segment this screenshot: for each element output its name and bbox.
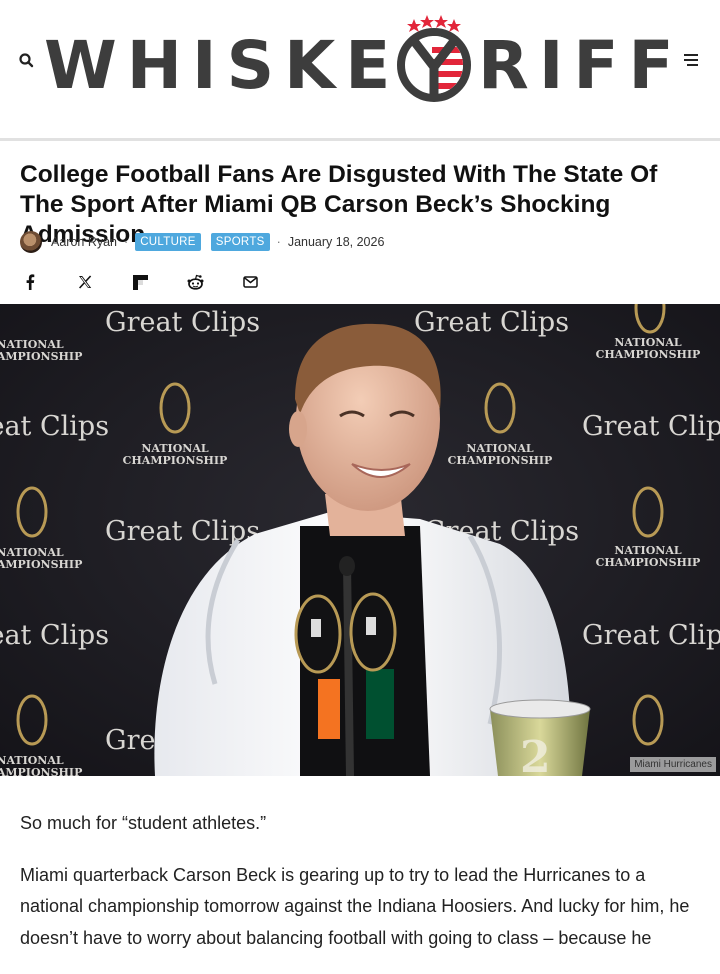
hero-image: Great Clips Great Clips Great Clips Grea… [0, 304, 720, 776]
backdrop-event-text: CHAMPIONSHIP [0, 766, 82, 776]
logo-emblem-icon [397, 15, 471, 102]
logo-text-left: WHISKE [44, 27, 400, 104]
backdrop-event-text: CHAMPIONSHIP [123, 454, 228, 467]
backdrop-sponsor: Great Clips [582, 620, 720, 651]
cup-mark: 2 [520, 732, 551, 776]
backdrop-sponsor: Great Clips [582, 411, 720, 442]
article-body: So much for “student athletes.” Miami qu… [20, 808, 700, 974]
backdrop-event-text: CHAMPIONSHIP [0, 350, 82, 363]
article-paragraph: Miami quarterback Carson Beck is gearing… [20, 864, 690, 948]
backdrop-event-text: CHAMPIONSHIP [596, 556, 701, 569]
backdrop-sponsor: Great Clips [0, 620, 109, 651]
reddit-icon[interactable] [185, 272, 205, 292]
author-avatar[interactable] [20, 231, 42, 253]
logo-text-right: RIFF [478, 27, 682, 104]
backdrop-event-text: CHAMPIONSHIP [0, 558, 82, 571]
hero-photo: Great Clips Great Clips Great Clips Grea… [0, 304, 720, 776]
flipboard-icon[interactable] [130, 272, 150, 292]
backdrop-sponsor: Great Clips [414, 307, 569, 338]
meta-separator: · [124, 235, 129, 249]
branded-cup: 2 [489, 699, 591, 776]
site-logo[interactable]: WHISKE RIFF [42, 10, 682, 110]
x-icon[interactable] [75, 272, 95, 292]
tag-culture[interactable]: CULTURE [135, 233, 201, 251]
tag-sports[interactable]: SPORTS [210, 233, 270, 251]
publish-date: January 18, 2026 [287, 235, 385, 249]
site-header: WHISKE RIFF [0, 0, 720, 141]
article-paragraph: So much for “student athletes.” [20, 813, 267, 833]
backdrop-sponsor: Great Clips [105, 307, 260, 338]
share-bar [20, 272, 295, 292]
backdrop-event-text: CHAMPIONSHIP [448, 454, 553, 467]
facebook-icon[interactable] [20, 272, 40, 292]
author-link[interactable]: Aaron Ryan [51, 235, 117, 249]
email-icon[interactable] [240, 272, 260, 292]
image-credit: Miami Hurricanes [630, 757, 716, 772]
backdrop-event-text: CHAMPIONSHIP [596, 348, 701, 361]
backdrop-sponsor: Great Clips [0, 411, 109, 442]
menu-icon[interactable] [682, 52, 700, 68]
meta-separator: · [276, 235, 281, 249]
article-meta: Aaron Ryan · CULTURE SPORTS · January 18… [20, 231, 384, 253]
search-icon[interactable] [18, 52, 36, 70]
